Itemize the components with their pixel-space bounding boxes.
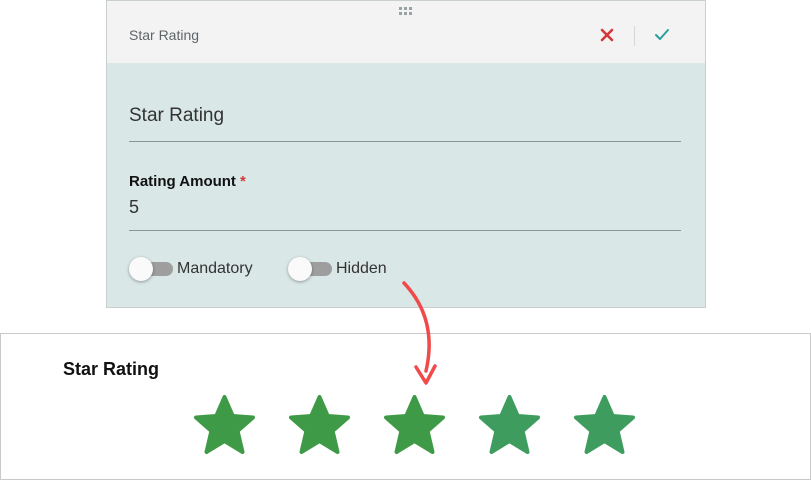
confirm-button[interactable]: [649, 22, 675, 48]
star-icon-1[interactable]: [192, 394, 257, 456]
rating-amount-label-text: Rating Amount: [129, 173, 236, 190]
editor-header-title: Star Rating: [129, 27, 200, 43]
mandatory-toggle[interactable]: Mandatory: [129, 257, 253, 281]
required-marker: *: [239, 173, 246, 190]
star-icon-4[interactable]: [477, 394, 542, 456]
hidden-switch[interactable]: [288, 257, 334, 281]
mandatory-label: Mandatory: [177, 260, 253, 277]
rating-amount-input[interactable]: 5: [129, 197, 681, 231]
mandatory-switch[interactable]: [129, 257, 175, 281]
star-icon-5[interactable]: [572, 394, 637, 456]
star-icon-2[interactable]: [287, 394, 352, 456]
check-icon: [655, 29, 669, 40]
drag-handle-icon[interactable]: [397, 5, 413, 17]
preview-title: Star Rating: [63, 359, 160, 379]
star-icon-3[interactable]: [382, 394, 447, 456]
close-icon: [600, 28, 614, 42]
hidden-toggle[interactable]: Hidden: [288, 257, 387, 281]
title-input[interactable]: Star Rating: [129, 105, 681, 142]
cancel-button[interactable]: [594, 22, 620, 48]
annotation-arrow-icon: [402, 281, 437, 385]
header-divider: [634, 26, 635, 46]
rating-amount-label: Rating Amount *: [129, 173, 246, 190]
field-editor-panel: Star Rating Star Rating Rating Amount * 5…: [106, 0, 706, 308]
star-rating-row: [192, 394, 637, 456]
